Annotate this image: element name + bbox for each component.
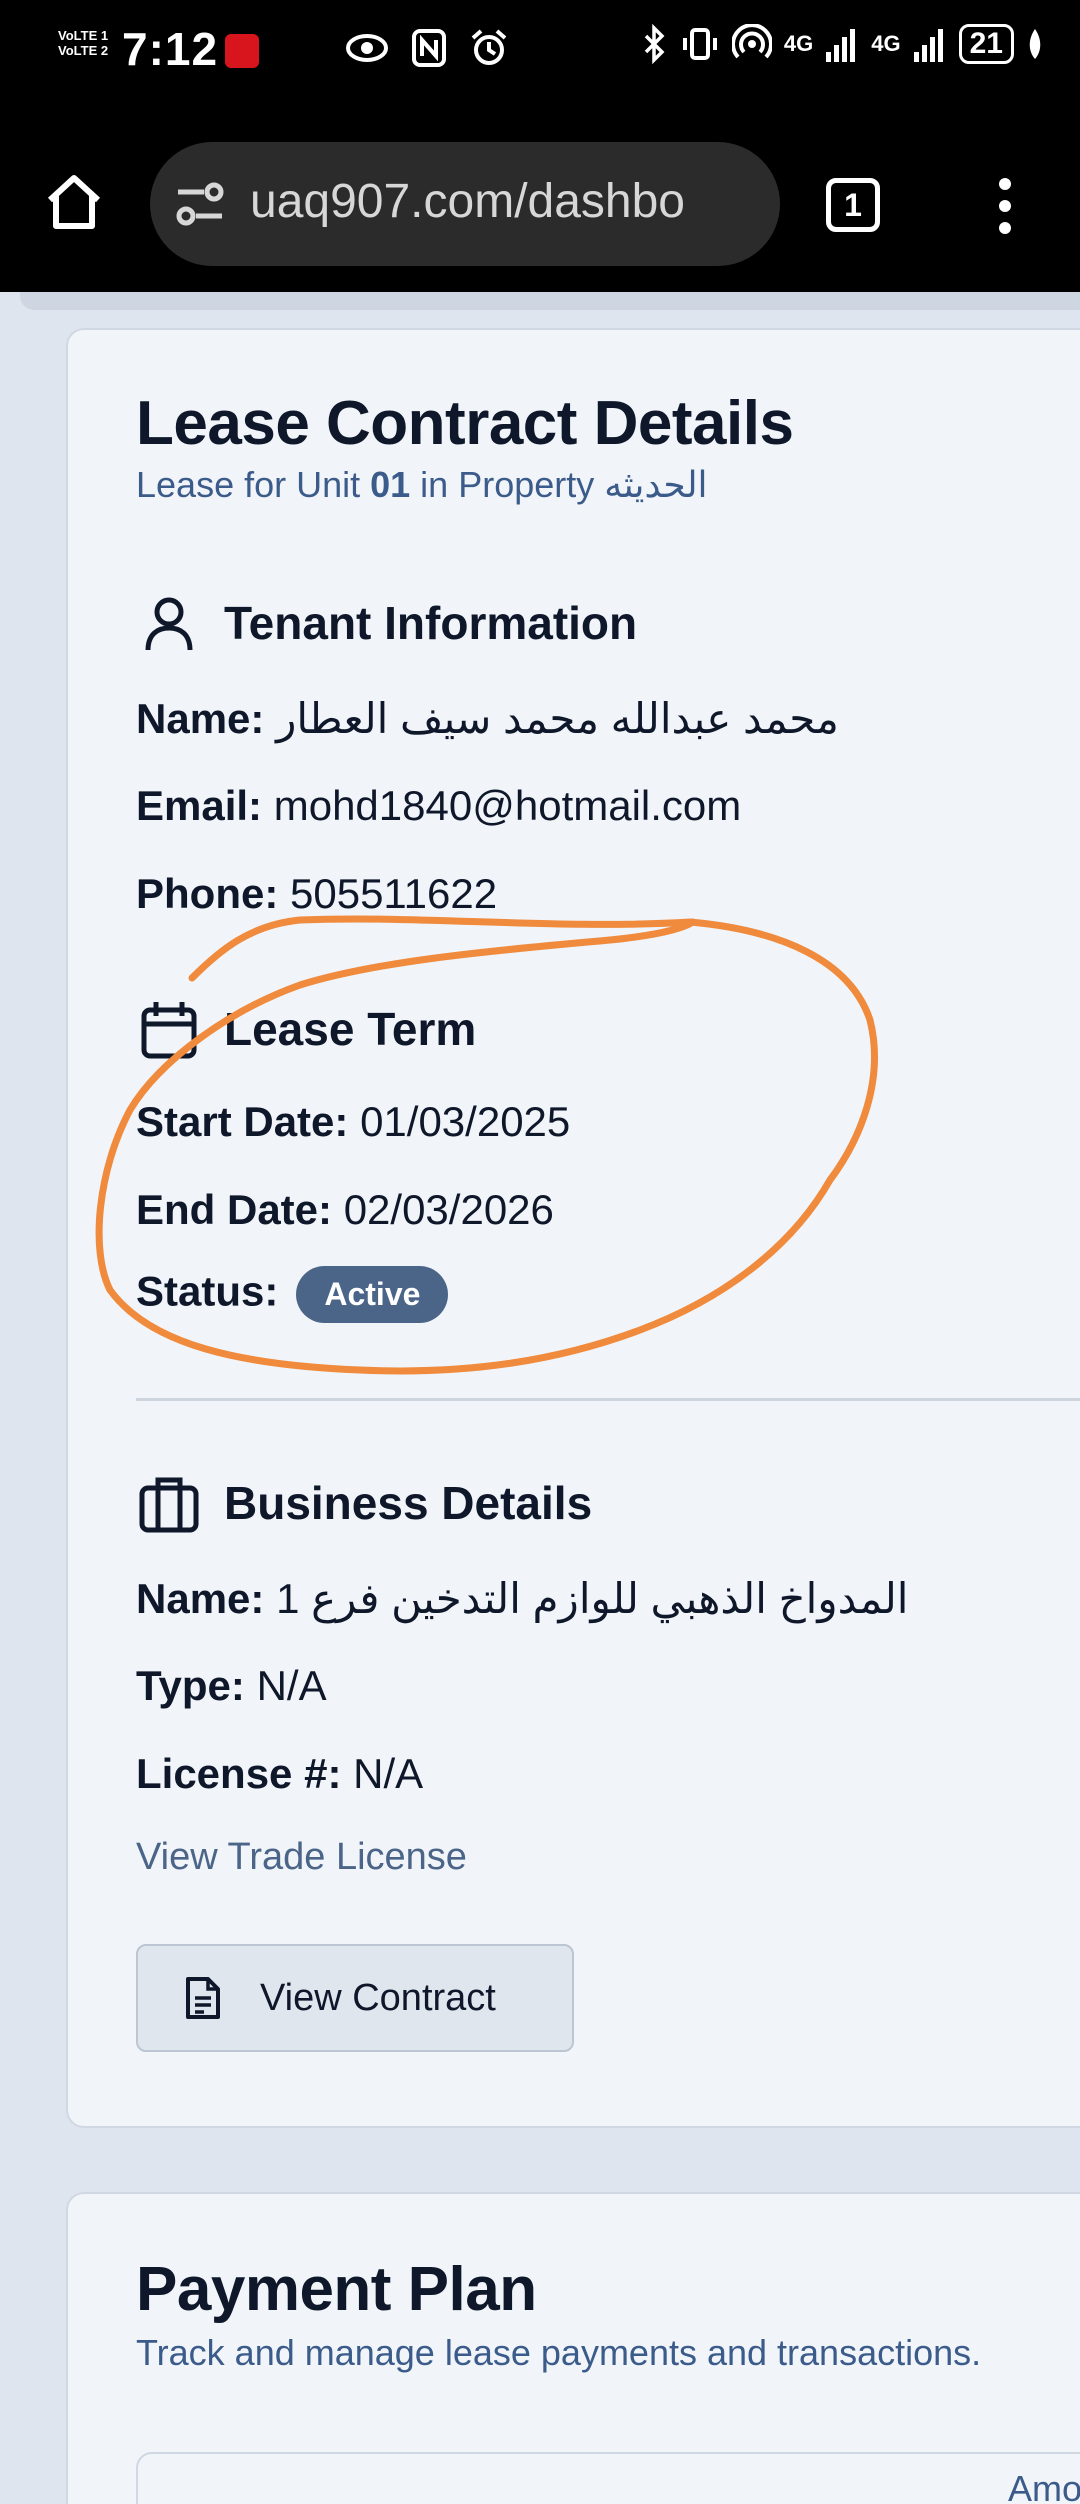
tenant-phone: 505511622 bbox=[290, 870, 498, 917]
more-options-icon[interactable] bbox=[990, 176, 1020, 236]
browser-toolbar: uaq907.com/dashbo 1 bbox=[0, 100, 1080, 292]
payment-plan-card: Payment Plan Track and manage lease paym… bbox=[66, 2192, 1080, 2504]
status-row: Status: Active bbox=[136, 1266, 449, 1323]
payment-title: Payment Plan bbox=[136, 2255, 537, 2324]
section-divider bbox=[136, 1398, 1080, 1401]
home-icon[interactable] bbox=[42, 170, 106, 234]
end-date: 02/03/2026 bbox=[343, 1186, 554, 1233]
bluetooth-icon bbox=[644, 24, 665, 64]
amount-column-header: Amo bbox=[1008, 2468, 1080, 2504]
tenant-email-row: Email: mohd1840@hotmail.com bbox=[136, 782, 742, 829]
url-text[interactable]: uaq907.com/dashbo bbox=[250, 174, 770, 229]
page-content: Lease Contract Details Lease for Unit 01… bbox=[0, 292, 1080, 2504]
property-name: الحديثه bbox=[604, 464, 708, 505]
unit-number: 01 bbox=[370, 464, 411, 505]
status-icons bbox=[345, 28, 509, 68]
start-date-row: Start Date: 01/03/2025 bbox=[136, 1098, 571, 1145]
system-icons: 4G 4G 21 bbox=[642, 24, 1044, 64]
network-type-1: 4G bbox=[783, 31, 814, 56]
battery-level: 21 bbox=[958, 24, 1014, 64]
tenant-name: محمد عبدالله محمد سيف العطار bbox=[276, 695, 839, 742]
nfc-icon bbox=[412, 29, 446, 67]
view-contract-label: View Contract bbox=[260, 1976, 496, 2019]
document-icon bbox=[186, 1977, 220, 2019]
business-type-row: Type: N/A bbox=[136, 1662, 327, 1709]
tenant-phone-row: Phone: 505511622 bbox=[136, 870, 498, 917]
status-badge: Active bbox=[296, 1266, 449, 1323]
license-row: License #: N/A bbox=[136, 1750, 424, 1797]
end-date-row: End Date: 02/03/2026 bbox=[136, 1186, 554, 1233]
business-type: N/A bbox=[256, 1662, 327, 1709]
business-name: المدواخ الذهبي للوازم التدخين فرع 1 bbox=[276, 1575, 909, 1622]
previous-card-edge bbox=[20, 292, 1080, 310]
alarm-icon bbox=[471, 29, 507, 65]
view-trade-license-link[interactable]: View Trade License bbox=[136, 1836, 467, 1879]
tab-switcher-button[interactable]: 1 bbox=[826, 178, 880, 232]
lease-term-heading: Lease Term bbox=[224, 1003, 477, 1055]
payment-table: Amo bbox=[136, 2452, 1080, 2504]
license-number: N/A bbox=[353, 1750, 424, 1797]
tenant-section-header: Tenant Information bbox=[136, 590, 637, 656]
calendar-icon bbox=[141, 1002, 197, 1059]
signal-icon bbox=[826, 29, 856, 62]
hotspot-icon bbox=[731, 24, 772, 59]
user-icon bbox=[145, 597, 193, 651]
site-settings-icon[interactable] bbox=[174, 182, 226, 226]
lease-contract-card: Lease Contract Details Lease for Unit 01… bbox=[66, 328, 1080, 2128]
lease-term-section-header: Lease Term bbox=[136, 996, 476, 1062]
address-bar[interactable]: uaq907.com/dashbo bbox=[150, 142, 780, 266]
business-name-row: Name: المدواخ الذهبي للوازم التدخين فرع … bbox=[136, 1575, 909, 1622]
business-section-header: Business Details bbox=[136, 1470, 592, 1536]
business-heading: Business Details bbox=[224, 1477, 593, 1529]
tenant-heading: Tenant Information bbox=[224, 597, 638, 649]
status-bar: VoLTE 1 VoLTE 2 7:12 4G 4G 21 bbox=[0, 0, 1080, 100]
start-date: 01/03/2025 bbox=[360, 1098, 571, 1145]
vibrate-icon bbox=[682, 28, 717, 60]
battery-saver-icon bbox=[1029, 29, 1041, 59]
card-title: Lease Contract Details bbox=[136, 389, 794, 458]
clock: 7:12 bbox=[122, 23, 219, 75]
eye-icon bbox=[346, 34, 388, 62]
card-subtitle: Lease for Unit 01 in Property الحديثه bbox=[136, 464, 708, 505]
briefcase-icon bbox=[139, 1477, 199, 1533]
payment-subtitle: Track and manage lease payments and tran… bbox=[136, 2332, 982, 2373]
tenant-name-row: Name: محمد عبدالله محمد سيف العطار bbox=[136, 695, 839, 742]
signal-icon-2 bbox=[913, 29, 943, 62]
app-notification-icon bbox=[225, 34, 259, 68]
network-type-2: 4G bbox=[871, 31, 901, 56]
view-contract-button[interactable]: View Contract bbox=[136, 1944, 574, 2052]
volte-indicator: VoLTE 1 VoLTE 2 bbox=[58, 28, 109, 58]
tenant-email: mohd1840@hotmail.com bbox=[273, 782, 742, 829]
